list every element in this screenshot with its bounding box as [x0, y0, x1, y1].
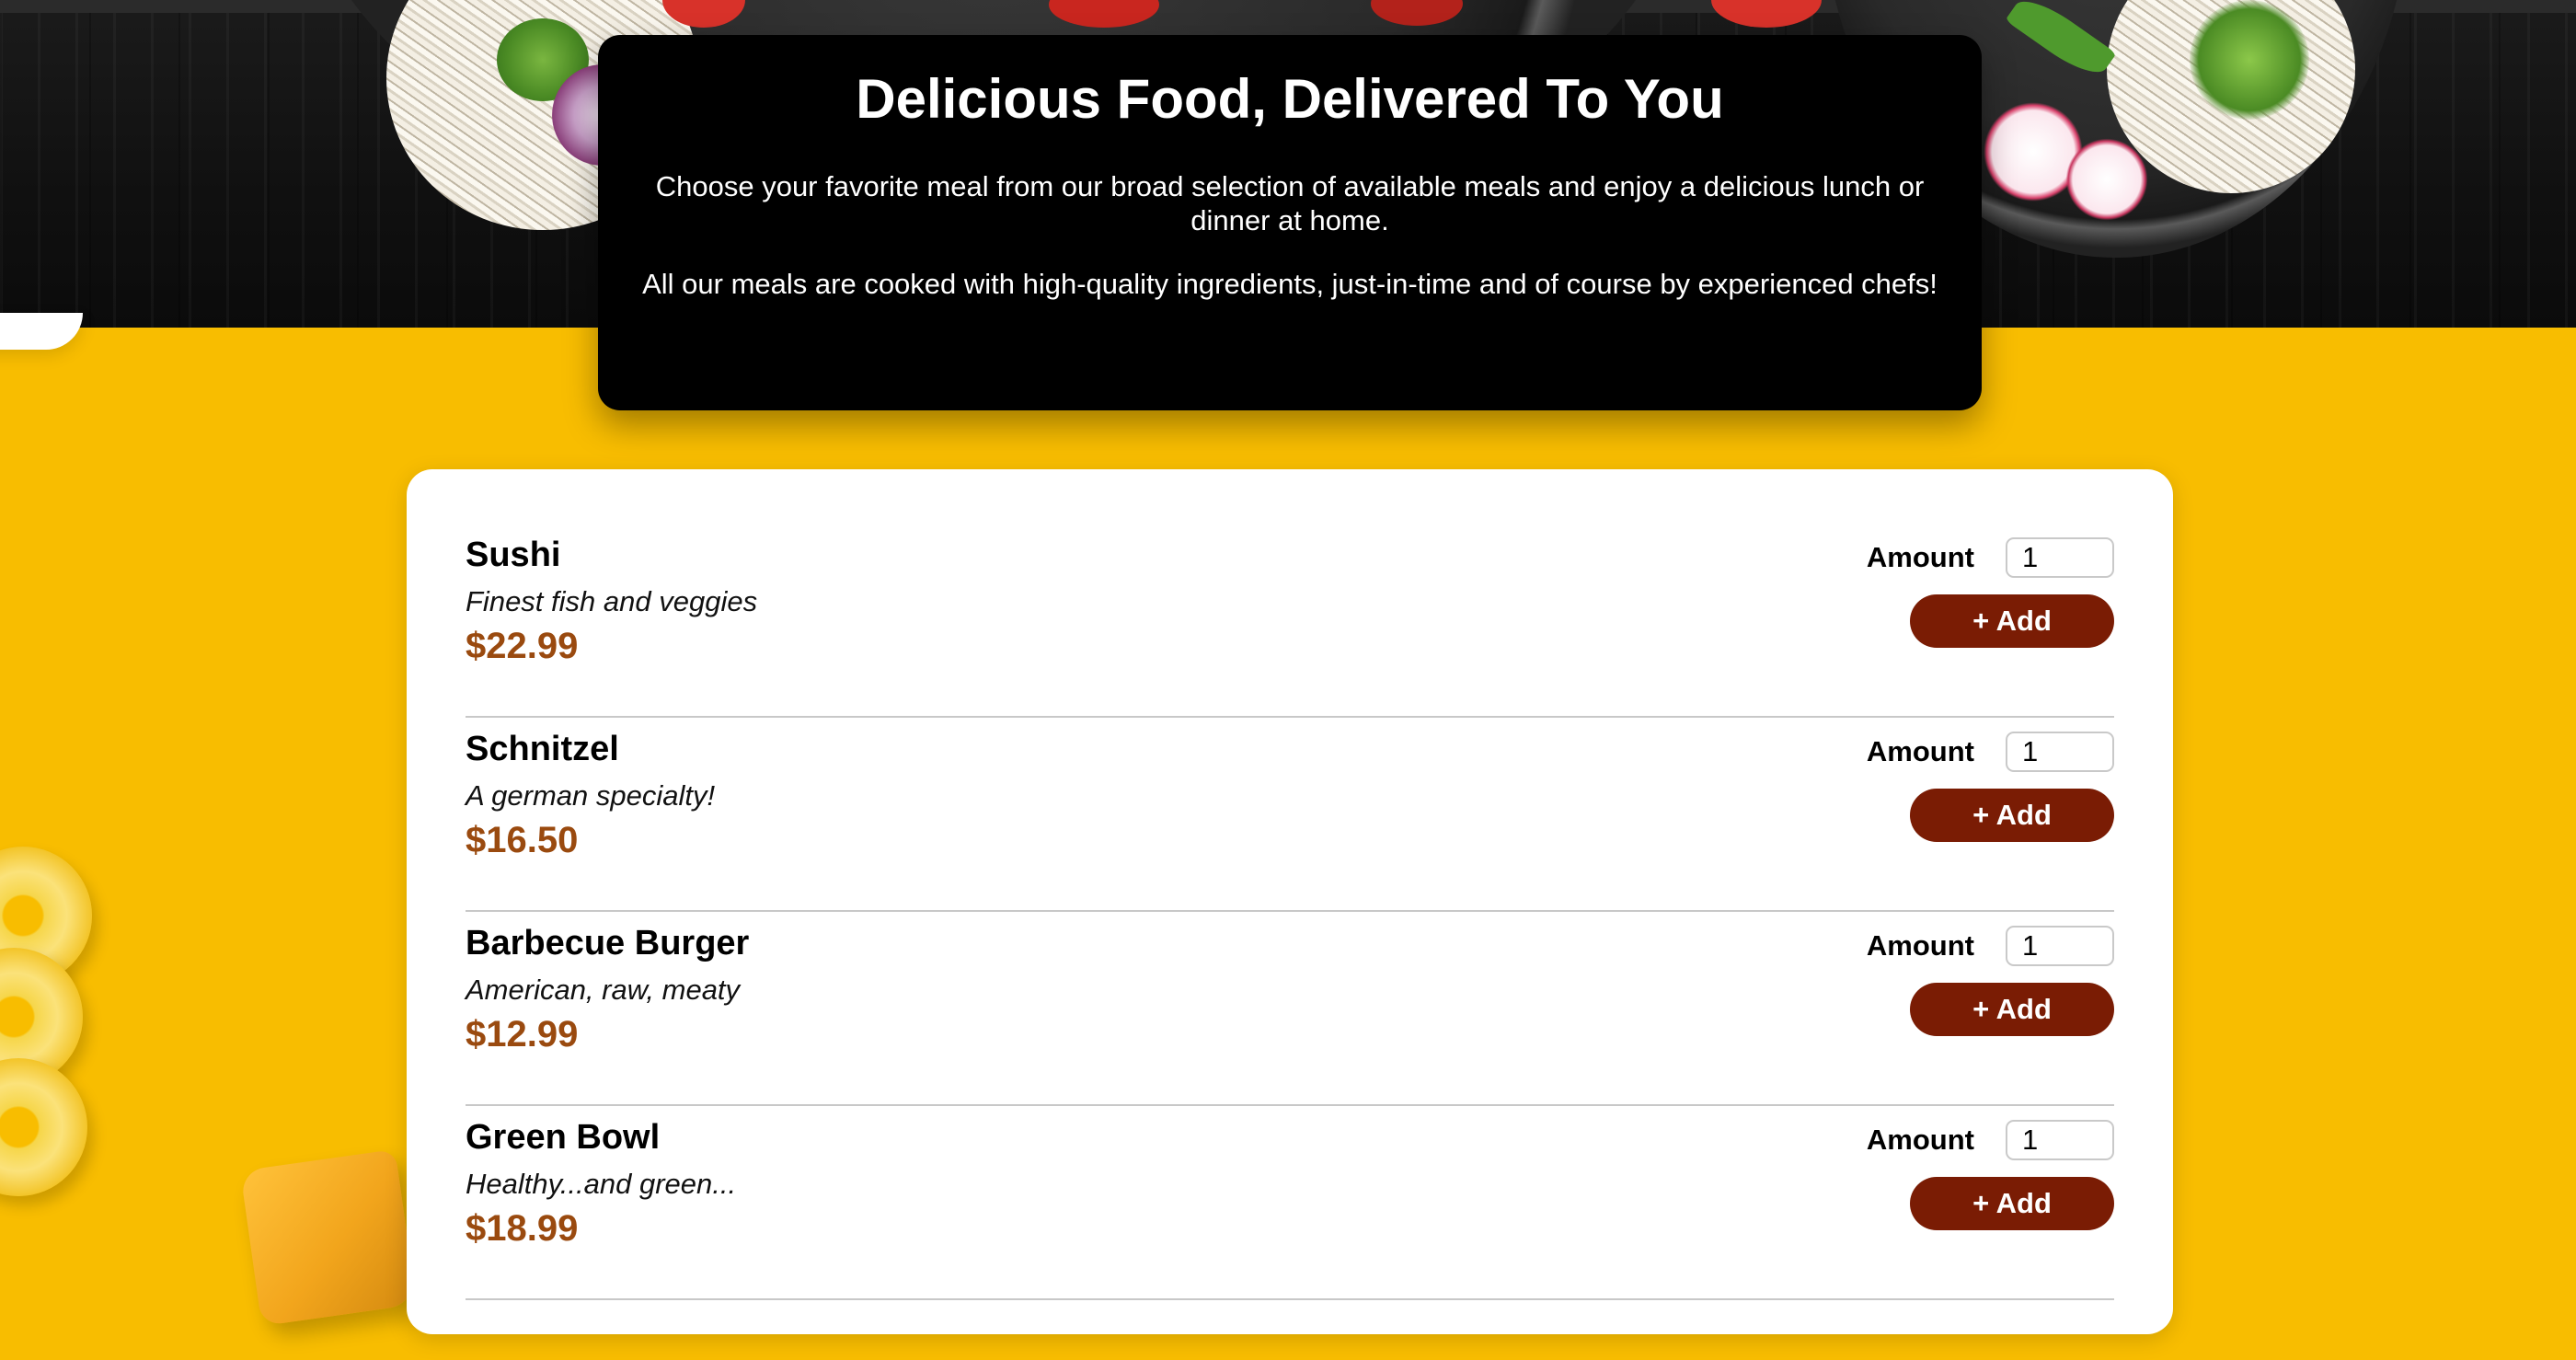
meal-price: $22.99: [466, 626, 579, 666]
hero-radish: [2061, 138, 2153, 221]
amount-control: Amount: [1867, 537, 2114, 578]
amount-control: Amount: [1867, 732, 2114, 772]
summary-paragraph: Choose your favorite meal from our broad…: [655, 170, 1925, 236]
meal-name: Green Bowl: [466, 1118, 661, 1157]
add-to-cart-button[interactable]: + Add: [1910, 594, 2114, 648]
meal-item: Barbecue Burger American, raw, meaty $12…: [466, 913, 2114, 1106]
meal-item: Green Bowl Healthy...and green... $18.99…: [466, 1107, 2114, 1300]
amount-label: Amount: [1866, 735, 1974, 767]
meal-description: Healthy...and green...: [466, 1168, 737, 1200]
amount-label: Amount: [1866, 541, 1974, 573]
amount-input[interactable]: [2006, 537, 2114, 578]
summary-paragraph: All our meals are cooked with high-quali…: [642, 268, 1938, 300]
meal-description: American, raw, meaty: [466, 974, 741, 1006]
amount-input[interactable]: [2006, 926, 2114, 966]
decor-bowl: [0, 313, 83, 350]
page: Delicious Food, Delivered To You Choose …: [0, 0, 2576, 1360]
hero-herb: [2190, 0, 2309, 120]
available-meals-card: Sushi Finest fish and veggies $22.99 Amo…: [407, 469, 2173, 1334]
decor-pineapple-ring: [0, 1058, 87, 1196]
meal-item: Schnitzel A german specialty! $16.50 Amo…: [466, 719, 2114, 912]
meal-price: $12.99: [466, 1014, 579, 1055]
amount-control: Amount: [1867, 1120, 2114, 1160]
decor-mango-cube: [239, 1148, 418, 1327]
meal-name: Barbecue Burger: [466, 924, 750, 962]
meals-summary: Delicious Food, Delivered To You Choose …: [598, 35, 1982, 410]
summary-title: Delicious Food, Delivered To You: [856, 68, 1724, 130]
meal-price: $16.50: [466, 820, 579, 860]
add-to-cart-button[interactable]: + Add: [1910, 983, 2114, 1036]
meal-description: A german specialty!: [466, 779, 716, 812]
hero-tomato: [1711, 0, 1822, 28]
meal-item: Sushi Finest fish and veggies $22.99 Amo…: [466, 524, 2114, 718]
meal-name: Schnitzel: [466, 730, 619, 768]
amount-label: Amount: [1866, 929, 1974, 962]
add-to-cart-button[interactable]: + Add: [1910, 1177, 2114, 1230]
meal-name: Sushi: [466, 536, 561, 574]
meal-price: $18.99: [466, 1208, 579, 1249]
amount-input[interactable]: [2006, 1120, 2114, 1160]
add-to-cart-button[interactable]: + Add: [1910, 789, 2114, 842]
amount-label: Amount: [1866, 1124, 1974, 1156]
amount-input[interactable]: [2006, 732, 2114, 772]
amount-control: Amount: [1867, 926, 2114, 966]
meal-description: Finest fish and veggies: [466, 585, 758, 617]
